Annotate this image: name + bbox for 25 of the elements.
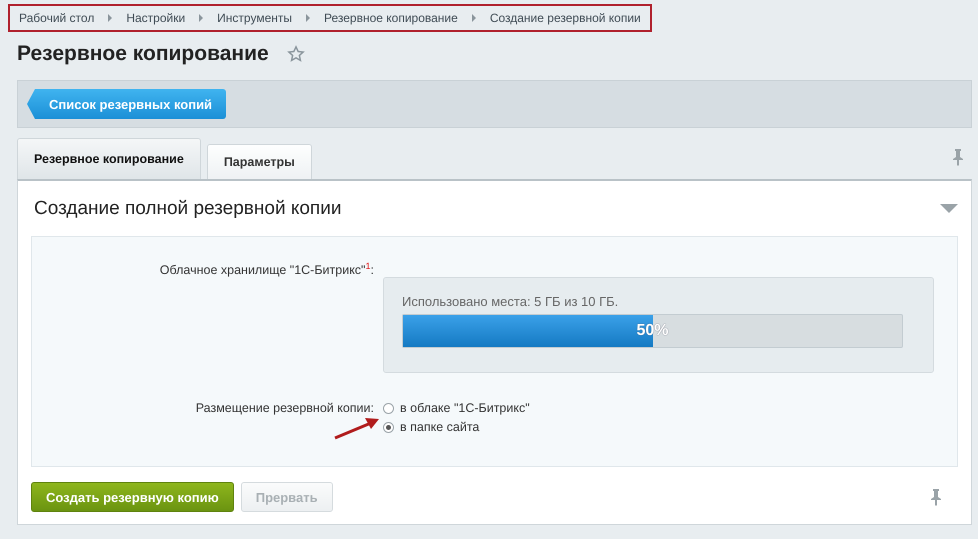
- radio-button[interactable]: [383, 422, 394, 432]
- chevron-icon: [199, 14, 204, 22]
- breadcrumb-link[interactable]: Рабочий стол: [19, 11, 94, 25]
- breadcrumb-link[interactable]: Создание резервной копии: [490, 11, 641, 25]
- radio-label[interactable]: в папке сайта: [400, 420, 480, 434]
- collapse-icon[interactable]: [940, 204, 958, 214]
- tab[interactable]: Резервное копирование: [17, 138, 201, 179]
- chevron-icon: [306, 14, 310, 22]
- breadcrumb-link[interactable]: Инструменты: [217, 11, 292, 25]
- field-label: Облачное хранилище "1С-Битрикс"$^{1}$:: [160, 263, 374, 278]
- tab[interactable]: Параметры: [206, 144, 312, 179]
- breadcrumb-link[interactable]: Резервное копирование: [324, 11, 458, 25]
- radio-label[interactable]: в облаке "1С-Битрикс": [400, 401, 530, 415]
- chevron-icon: [472, 14, 476, 22]
- annotation-arrow: [333, 416, 381, 440]
- star-icon[interactable]: [286, 45, 305, 63]
- breadcrumb-link[interactable]: Настройки: [126, 11, 186, 25]
- section-title: Создание полной резервной копии: [34, 198, 342, 220]
- radio-button[interactable]: [383, 402, 394, 414]
- field-label: Размещение резервной копии:: [196, 401, 374, 415]
- pin-icon[interactable]: [952, 148, 964, 166]
- page-title: Резервное копирование: [17, 42, 269, 66]
- chevron-icon: [108, 14, 112, 22]
- pin-icon[interactable]: [930, 488, 942, 506]
- usage-text: Использовано места: 5 ГБ из 10 ГБ.: [402, 294, 620, 309]
